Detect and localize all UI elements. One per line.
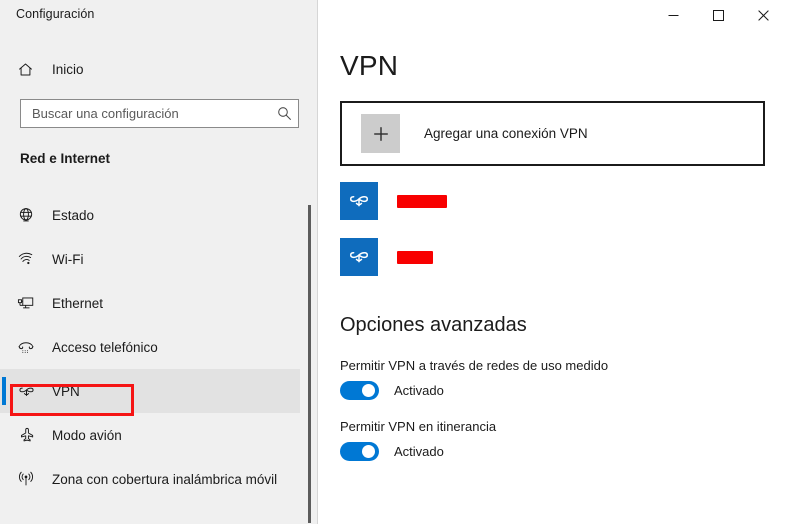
setting-allow-vpn-roaming: Permitir VPN en itinerancia Activado [340,419,760,461]
maximize-icon [713,10,724,21]
setting-allow-vpn-metered-toggle[interactable] [340,381,379,400]
ethernet-icon [17,294,39,312]
plus-icon [361,114,400,153]
sidebar-item-acceso-telefonico[interactable]: Acceso telefónico [0,325,300,369]
home-icon [17,61,39,78]
sidebar-item-vpn[interactable]: VPN [0,369,300,413]
setting-allow-vpn-metered: Permitir VPN a través de redes de uso me… [340,358,760,400]
sidebar-item-wifi[interactable]: Wi-Fi [0,237,300,281]
sidebar-item-ethernet[interactable]: Ethernet [0,281,300,325]
setting-allow-vpn-roaming-state: Activado [394,444,444,459]
minimize-icon [668,15,679,16]
vpn-icon [17,382,39,401]
setting-allow-vpn-metered-state: Activado [394,383,444,398]
sidebar-section-heading: Red e Internet [20,151,111,166]
sidebar-item-vpn-label: VPN [52,383,80,399]
search-icon [270,100,298,127]
sidebar-item-acceso-telefonico-label: Acceso telefónico [52,339,158,355]
title-bar: Configuración [0,0,786,31]
hotspot-icon [17,470,39,488]
toggle-knob [362,384,375,397]
sidebar-item-modo-avion-label: Modo avión [52,427,122,443]
page-title: VPN [340,50,399,81]
globe-icon [17,206,39,224]
toggle-knob [362,445,375,458]
sidebar-item-estado[interactable]: Estado [0,193,300,237]
wifi-icon [17,250,39,268]
sidebar: Inicio Red e Internet [0,0,318,524]
add-vpn-connection-button[interactable]: Agregar una conexión VPN [340,101,765,166]
sidebar-nav-list: Estado Wi-Fi Ethernet Acceso telefónico … [0,193,310,501]
sidebar-item-zona-cobertura-label: Zona con cobertura inalámbrica móvil [52,471,278,487]
sidebar-item-home[interactable]: Inicio [0,52,300,86]
vpn-connection-name-redacted [397,194,447,208]
setting-allow-vpn-roaming-row: Activado [340,442,760,461]
sidebar-scrollbar-thumb[interactable] [308,205,311,523]
window-title: Configuración [16,7,95,21]
vpn-connection-icon [340,238,378,276]
dialup-phone-icon [17,338,39,356]
close-button[interactable] [741,0,786,31]
vpn-connection-item[interactable] [340,173,765,229]
main-content: VPN Agregar una conexión VPN Opciones av… [319,0,786,524]
add-vpn-connection-label: Agregar una conexión VPN [424,126,588,141]
setting-allow-vpn-metered-row: Activado [340,381,760,400]
sidebar-item-modo-avion[interactable]: Modo avión [0,413,300,457]
advanced-options-heading: Opciones avanzadas [340,314,527,336]
window-controls [651,0,786,31]
sidebar-item-wifi-label: Wi-Fi [52,251,84,267]
minimize-button[interactable] [651,0,696,31]
search-box[interactable] [20,99,299,128]
settings-window: Configuración Inicio Buscar una configur… [0,0,786,524]
vpn-connection-list [340,173,765,285]
sidebar-scrollbar[interactable] [304,0,316,524]
close-icon [758,10,769,21]
search-input[interactable] [21,100,270,127]
setting-allow-vpn-metered-label: Permitir VPN a través de redes de uso me… [340,358,609,373]
setting-allow-vpn-roaming-toggle[interactable] [340,442,379,461]
sidebar-item-home-label: Inicio [52,61,84,77]
sidebar-item-zona-cobertura[interactable]: Zona con cobertura inalámbrica móvil [0,457,300,501]
vpn-connection-icon [340,182,378,220]
setting-allow-vpn-roaming-label: Permitir VPN en itinerancia [340,419,497,434]
airplane-icon [17,426,39,444]
maximize-button[interactable] [696,0,741,31]
sidebar-item-ethernet-label: Ethernet [52,295,104,311]
vpn-connection-name-redacted [397,250,433,264]
vpn-connection-item[interactable] [340,229,765,285]
sidebar-item-estado-label: Estado [52,207,95,223]
